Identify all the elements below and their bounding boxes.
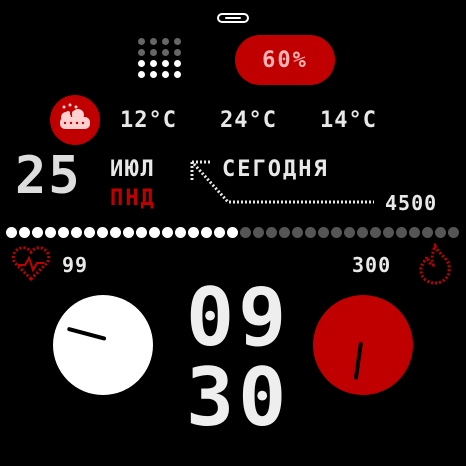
weather-button[interactable] [50,95,100,145]
hour-text: 09 [186,271,291,364]
app-grid-dot [150,71,157,78]
right-analog-dial[interactable] [313,295,413,395]
progress-dot [370,227,381,238]
progress-dot [214,227,225,238]
app-grid-dot [174,71,181,78]
progress-dot [344,227,355,238]
progress-dot [6,227,17,238]
progress-dot [253,227,264,238]
app-grid-dot [162,60,169,67]
day-number: 25 [15,146,82,206]
app-grid-dot [138,38,145,45]
app-grid-dot [162,49,169,56]
progress-dot [201,227,212,238]
steps-goal: 4500 [385,191,438,215]
progress-dot [279,227,290,238]
progress-dot [422,227,433,238]
app-grid-dot [174,38,181,45]
month-text: ИЮЛ [110,157,156,182]
progress-dot [32,227,43,238]
app-grid-dot [162,71,169,78]
app-grid-dot [174,49,181,56]
left-dial-hand [66,326,107,341]
temp-today: 12°C [120,108,177,133]
progress-dot [58,227,69,238]
progress-dot [149,227,160,238]
progress-dot [162,227,173,238]
progress-dot [409,227,420,238]
battery-indicator[interactable]: 60% [235,35,335,85]
progress-dot [188,227,199,238]
app-grid-dot [150,38,157,45]
progress-dot [84,227,95,238]
progress-dot [266,227,277,238]
progress-dot [136,227,147,238]
progress-dot [110,227,121,238]
app-grid-dot [150,60,157,67]
calories-value: 300 [352,253,392,277]
app-grid-dot [150,49,157,56]
progress-dot [435,227,446,238]
flame-icon[interactable] [415,243,455,285]
temp-high: 24°C [220,108,277,133]
progress-dot [19,227,30,238]
progress-dot [227,227,238,238]
minute-text: 30 [186,351,291,444]
progress-dot [305,227,316,238]
app-grid-icon[interactable] [138,38,184,82]
progress-dot [240,227,251,238]
progress-dot [331,227,342,238]
progress-dot [396,227,407,238]
progress-dot [71,227,82,238]
progress-dot [123,227,134,238]
battery-level-text: 60% [262,47,308,73]
app-grid-dot [138,49,145,56]
right-dial-hand [353,341,363,380]
progress-dot [175,227,186,238]
progress-dot [97,227,108,238]
heart-icon[interactable] [10,245,52,283]
app-grid-dot [174,60,181,67]
cloudy-weather-icon [60,103,90,129]
weekday-text: ПНД [110,186,156,211]
app-grid-dot [162,38,169,45]
app-grid-dot [138,60,145,67]
temp-low: 14°C [320,108,377,133]
progress-dot [448,227,459,238]
heart-rate-value: 99 [62,253,89,277]
progress-dot [318,227,329,238]
today-label: СЕГОДНЯ [222,157,329,182]
progress-dot [292,227,303,238]
left-analog-dial[interactable] [53,295,153,395]
steps-progress-bar [6,227,462,239]
status-indicator-pill [217,13,249,23]
progress-dot [357,227,368,238]
progress-dot [383,227,394,238]
app-grid-dot [138,71,145,78]
progress-dot [45,227,56,238]
